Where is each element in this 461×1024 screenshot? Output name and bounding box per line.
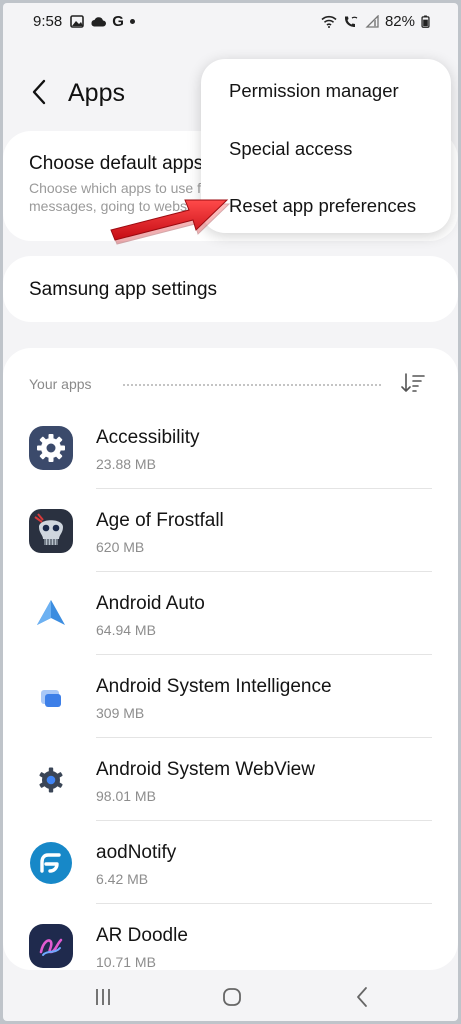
recents-icon[interactable] — [93, 988, 113, 1006]
app-size: 620 MB — [96, 539, 145, 555]
menu-item-special-access[interactable]: Special access — [229, 138, 352, 160]
app-row-android-system-intelligence[interactable]: Android System Intelligence 309 MB — [3, 655, 458, 738]
accessibility-gear-icon — [29, 426, 73, 470]
dot-icon — [129, 18, 135, 24]
navigation-bar — [3, 970, 458, 1021]
wifi-calling-icon — [344, 16, 358, 27]
app-name: Android System Intelligence — [96, 676, 332, 697]
app-name: aodNotify — [96, 842, 177, 863]
app-row-aodnotify[interactable]: aodNotify 6.42 MB — [3, 821, 458, 904]
menu-item-permission-manager[interactable]: Permission manager — [229, 80, 399, 102]
red-arrow-annotation — [110, 199, 231, 245]
gallery-icon — [70, 14, 85, 28]
wifi-icon — [321, 15, 337, 28]
app-row-age-of-frostfall[interactable]: Age of Frostfall 620 MB — [3, 489, 458, 572]
your-apps-card: Your apps Accessibility 23.88 MB Age of … — [3, 348, 458, 970]
app-size: 98.01 MB — [96, 788, 156, 804]
app-row-accessibility[interactable]: Accessibility 23.88 MB — [3, 406, 458, 489]
signal-icon — [365, 14, 379, 28]
home-icon[interactable] — [222, 987, 242, 1007]
webview-gear-icon — [30, 759, 72, 801]
page-title: Apps — [68, 79, 125, 107]
battery-icon — [421, 14, 430, 28]
app-size: 309 MB — [96, 705, 145, 721]
screen: 9:58 G 82% Apps Choose default apps Choo… — [3, 3, 458, 1021]
app-size: 6.42 MB — [96, 871, 149, 887]
section-divider — [123, 384, 381, 386]
app-row-android-system-webview[interactable]: Android System WebView 98.01 MB — [3, 738, 458, 821]
app-size: 10.71 MB — [96, 954, 156, 970]
your-apps-label: Your apps — [29, 376, 92, 392]
app-row-android-auto[interactable]: Android Auto 64.94 MB — [3, 572, 458, 655]
android-auto-icon — [30, 593, 72, 635]
cloud-icon — [91, 16, 107, 26]
app-name: Age of Frostfall — [96, 510, 224, 531]
nav-back-icon[interactable] — [355, 986, 369, 1008]
android-system-intelligence-icon — [30, 676, 72, 718]
choose-default-apps-title: Choose default apps — [29, 153, 204, 174]
app-size: 23.88 MB — [96, 456, 156, 472]
aodnotify-icon — [30, 842, 72, 884]
app-name: Android System WebView — [96, 759, 315, 780]
app-name: Accessibility — [96, 427, 200, 448]
menu-item-reset-app-preferences[interactable]: Reset app preferences — [229, 195, 416, 217]
ar-doodle-icon — [29, 924, 73, 968]
back-arrow-icon[interactable] — [27, 77, 51, 107]
app-name: Android Auto — [96, 593, 205, 614]
google-g-icon: G — [112, 12, 124, 30]
samsung-app-settings-title: Samsung app settings — [29, 279, 218, 300]
battery-percent: 82% — [384, 12, 415, 30]
app-size: 64.94 MB — [96, 622, 156, 638]
app-name: AR Doodle — [96, 925, 188, 946]
samsung-app-settings-card[interactable]: Samsung app settings — [3, 256, 458, 322]
status-time: 9:58 — [33, 12, 63, 30]
status-bar: 9:58 G 82% — [3, 3, 458, 39]
sort-icon[interactable] — [400, 372, 426, 394]
age-of-frostfall-icon — [29, 509, 73, 553]
